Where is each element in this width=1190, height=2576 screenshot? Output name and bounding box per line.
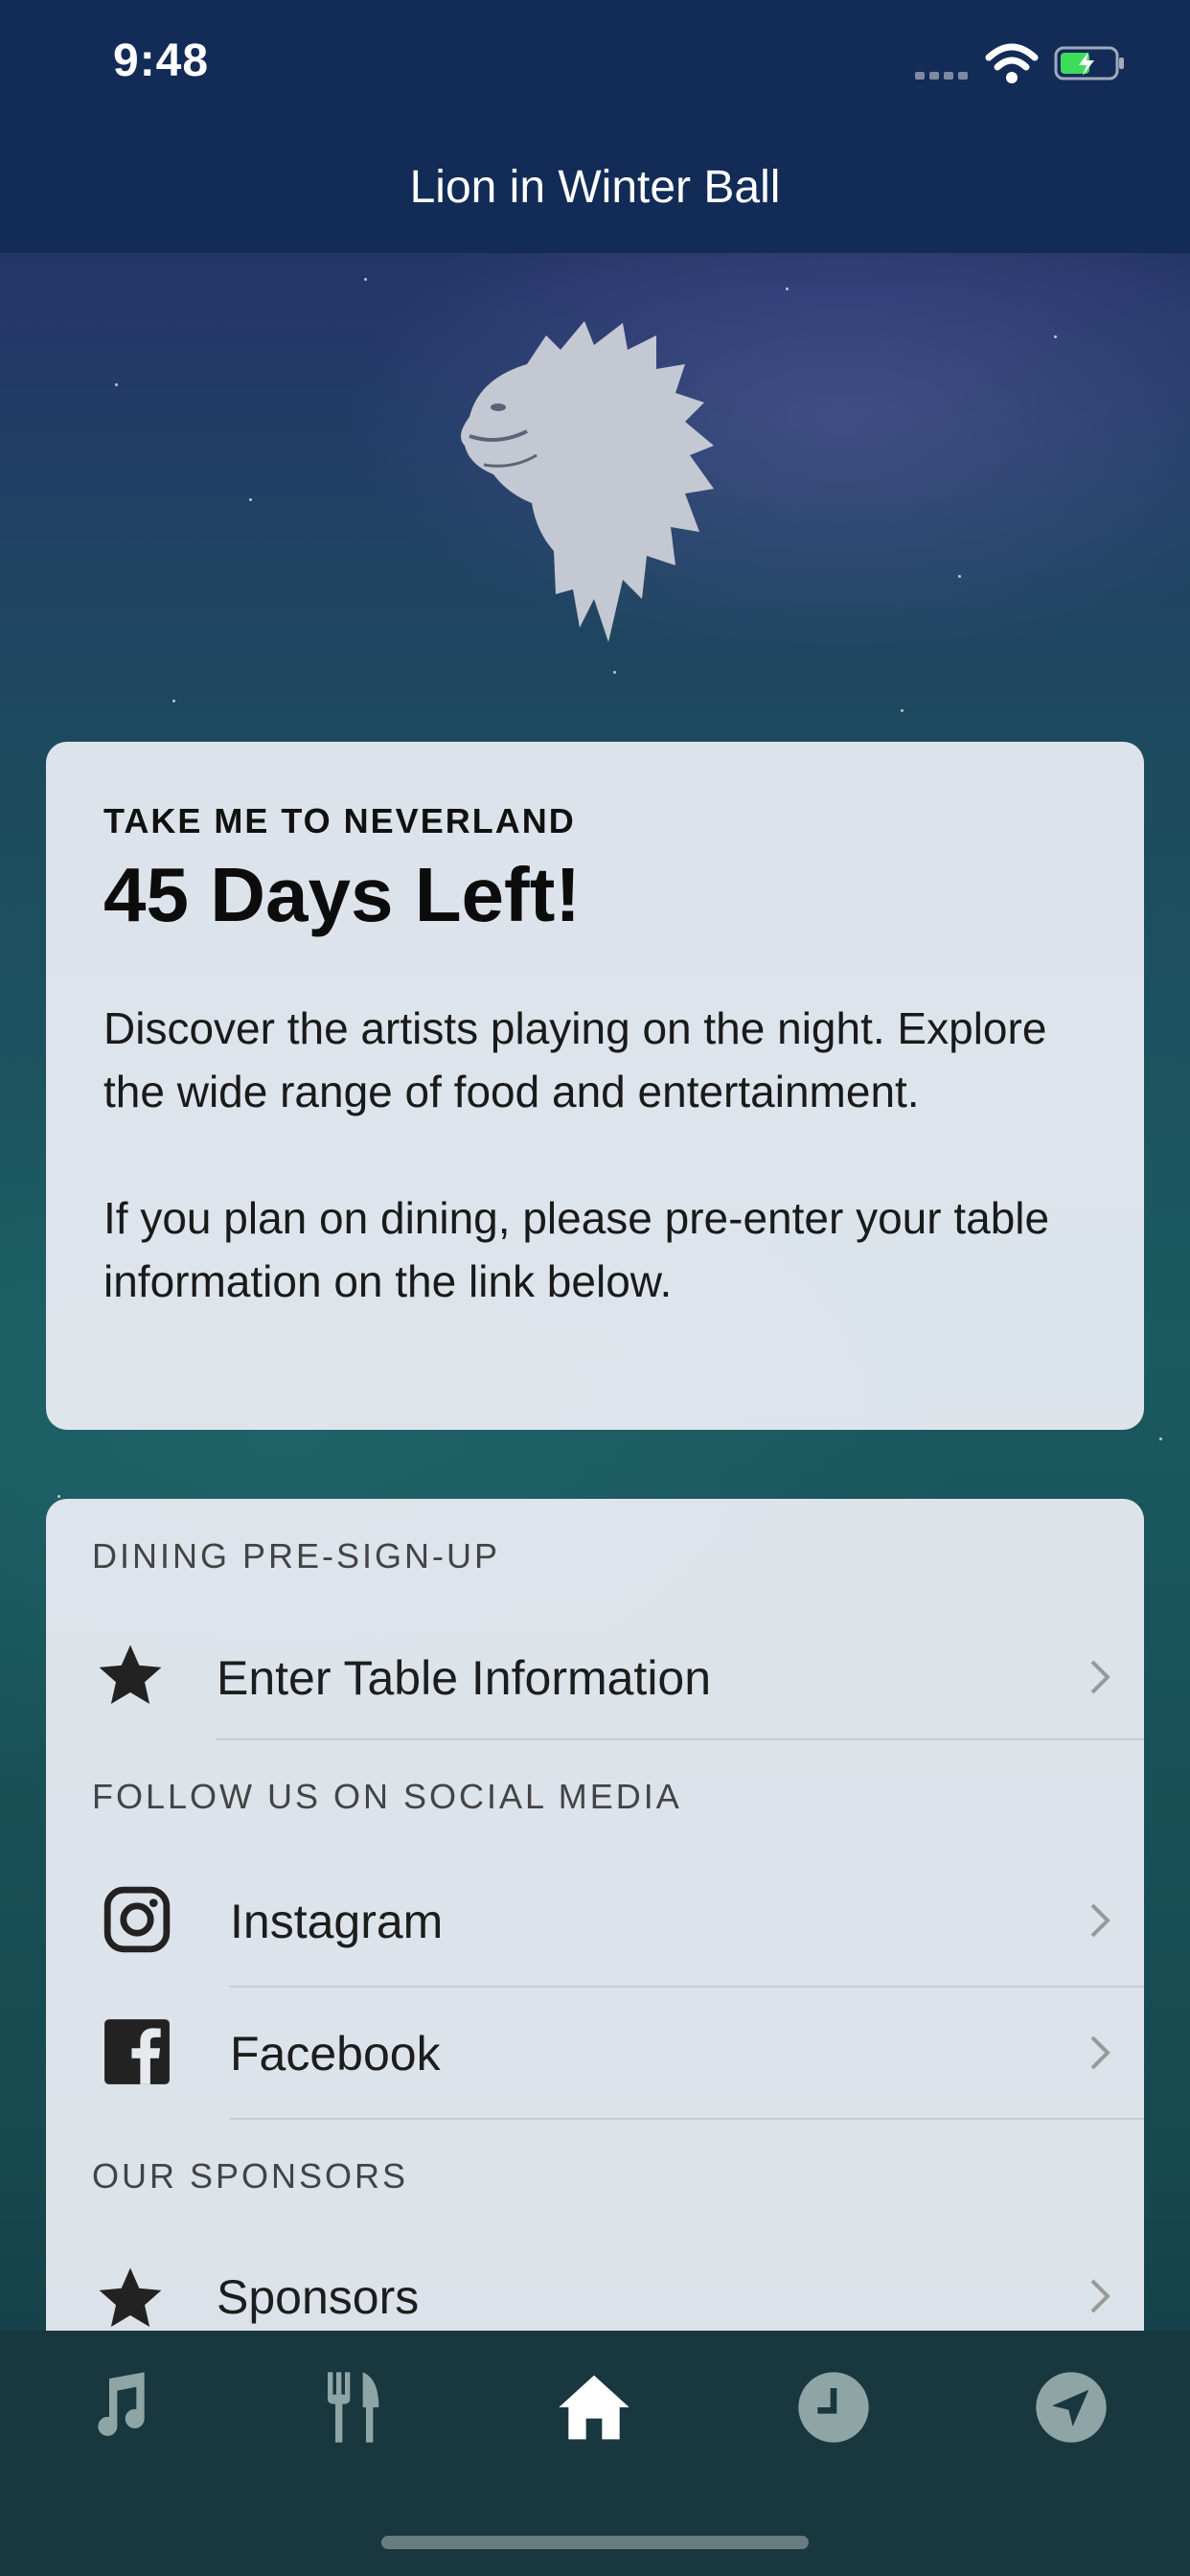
fork-knife-icon [328, 2372, 379, 2443]
facebook-icon [104, 2019, 170, 2084]
tab-schedule[interactable] [795, 2369, 872, 2446]
section-heading-social: FOLLOW US ON SOCIAL MEDIA [92, 1777, 682, 1816]
page-title: Lion in Winter Ball [409, 162, 781, 213]
tab-food[interactable] [318, 2369, 395, 2446]
chevron-right-icon [1090, 2036, 1110, 2070]
row-divider [230, 2118, 1144, 2120]
status-time: 9:48 [113, 35, 210, 86]
section-heading-dining: DINING PRE-SIGN-UP [92, 1536, 501, 1576]
home-icon [559, 2375, 629, 2440]
instagram-icon [103, 1886, 171, 1953]
music-note-icon [98, 2372, 145, 2436]
chevron-right-icon [1090, 1660, 1110, 1694]
chevron-right-icon [1090, 1903, 1110, 1938]
chevron-right-icon [1090, 2279, 1110, 2313]
tab-directions[interactable] [1033, 2369, 1110, 2446]
cellular-signal-icon [915, 67, 973, 84]
instagram-row[interactable]: Instagram [46, 1855, 1144, 1986]
star-icon [99, 2267, 162, 2327]
facebook-row[interactable]: Facebook [46, 1988, 1144, 2118]
clock-icon [798, 2372, 869, 2443]
enter-table-information-label: Enter Table Information [217, 1651, 712, 1705]
wifi-icon [985, 43, 1039, 83]
event-description: Discover the artists playing on the nigh… [103, 1003, 1050, 1306]
tab-music[interactable] [80, 2369, 157, 2446]
instagram-label: Instagram [230, 1895, 444, 1948]
section-heading-sponsors: OUR SPONSORS [92, 2156, 409, 2196]
location-arrow-icon [1036, 2372, 1107, 2443]
sponsors-label: Sponsors [217, 2270, 420, 2324]
event-theme: TAKE ME TO NEVERLAND [103, 801, 576, 840]
battery-charging-icon [1054, 46, 1124, 80]
lion-logo [461, 321, 714, 642]
tab-home[interactable] [556, 2369, 632, 2446]
enter-table-information-row[interactable]: Enter Table Information [46, 1612, 1144, 1742]
sponsors-row[interactable]: Sponsors [46, 2233, 1144, 2331]
days-left-headline: 45 Days Left! [103, 852, 581, 937]
home-indicator [381, 2536, 809, 2549]
star-icon [99, 1644, 162, 1704]
facebook-label: Facebook [230, 2027, 441, 2081]
row-divider [217, 1738, 1144, 1740]
